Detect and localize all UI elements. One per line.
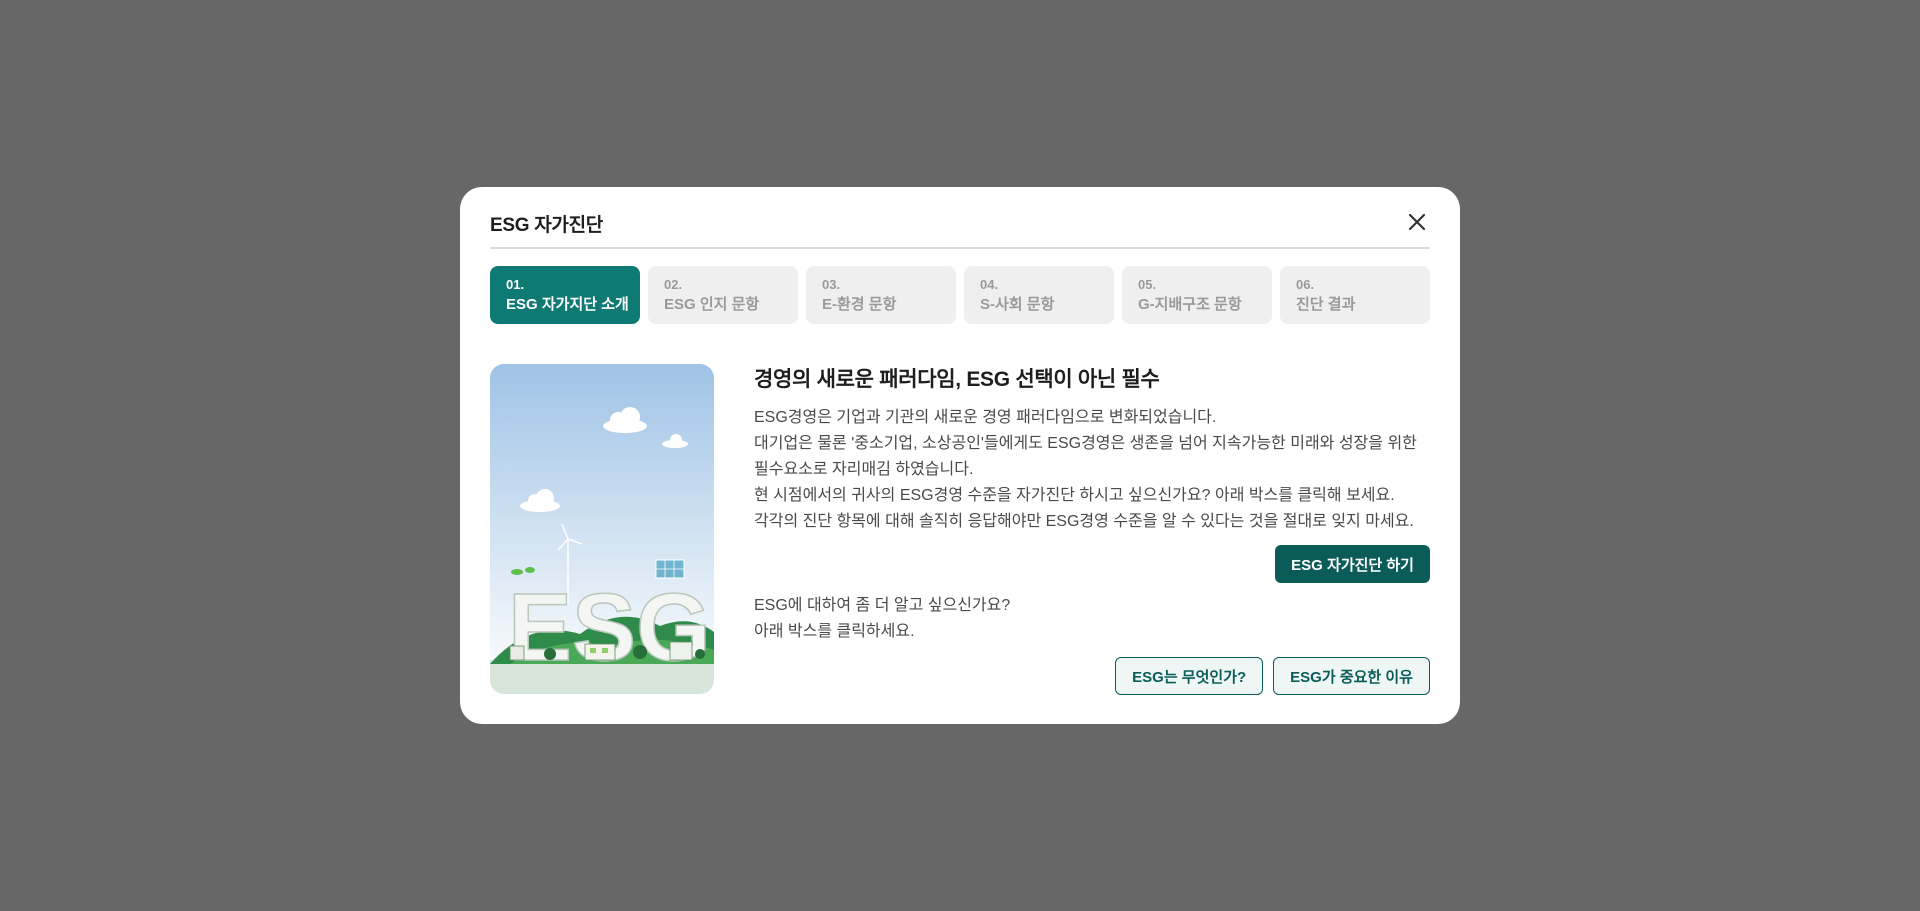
- step-number: 02.: [664, 277, 683, 292]
- step-number: 05.: [1138, 277, 1157, 292]
- paragraph-line: 각각의 진단 항목에 대해 솔직히 응답해야만 ESG경영 수준을 알 수 있다…: [754, 513, 1414, 530]
- paragraph-line: ESG경영은 기업과 기관의 새로운 경영 패러다임으로 변화되었습니다.: [754, 409, 1217, 426]
- step-label: 진단 결과: [1296, 296, 1356, 313]
- modal-header: ESG 자가진단: [490, 187, 1430, 249]
- step-tab-result[interactable]: 06. 진단 결과: [1280, 266, 1430, 324]
- step-tab-environment[interactable]: 03. E-환경 문항: [806, 266, 956, 324]
- why-esg-matters-button[interactable]: ESG가 중요한 이유: [1273, 657, 1430, 695]
- esg-city-illustration: ESG: [490, 364, 714, 694]
- step-label: ESG 인지 문항: [664, 296, 760, 313]
- step-tabs: 01. ESG 자가지단 소개 02. ESG 인지 문항 03. E-환경 문…: [490, 266, 1430, 324]
- step-tab-social[interactable]: 04. S-사회 문항: [964, 266, 1114, 324]
- step-tab-governance[interactable]: 05. G-지배구조 문항: [1122, 266, 1272, 324]
- step-label: ESG 자가지단 소개: [506, 296, 629, 313]
- paragraph-line: 대기업은 물론 '중소기업, 소상공인'들에게도 ESG경영은 생존을 넘어 지…: [754, 435, 1417, 452]
- modal-title: ESG 자가진단: [490, 215, 603, 236]
- step-label: S-사회 문항: [980, 296, 1055, 313]
- step-label: E-환경 문항: [822, 296, 897, 313]
- esg-self-diagnosis-modal: ESG 자가진단 01. ESG 자가지단 소개 02. ESG 인지 문항 0…: [460, 187, 1460, 724]
- intro-paragraph: ESG경영은 기업과 기관의 새로운 경영 패러다임으로 변화되었습니다. 대기…: [754, 405, 1430, 535]
- step-number: 06.: [1296, 277, 1315, 292]
- step-number: 01.: [506, 277, 525, 292]
- what-is-esg-button[interactable]: ESG는 무엇인가?: [1115, 657, 1264, 695]
- secondary-action-row: ESG는 무엇인가? ESG가 중요한 이유: [754, 657, 1430, 695]
- paragraph-line: 아래 박스를 클릭하세요.: [754, 623, 915, 640]
- step-label: G-지배구조 문항: [1138, 296, 1242, 313]
- step-number: 04.: [980, 277, 999, 292]
- start-self-diagnosis-button[interactable]: ESG 자가진단 하기: [1275, 545, 1430, 583]
- paragraph-line: ESG에 대하여 좀 더 알고 싶으신가요?: [754, 597, 1011, 614]
- step-tab-awareness[interactable]: 02. ESG 인지 문항: [648, 266, 798, 324]
- learn-more-paragraph: ESG에 대하여 좀 더 알고 싶으신가요? 아래 박스를 클릭하세요.: [754, 593, 1430, 645]
- step-tab-intro[interactable]: 01. ESG 자가지단 소개: [490, 266, 640, 324]
- intro-headline: 경영의 새로운 패러다임, ESG 선택이 아닌 필수: [754, 368, 1160, 391]
- paragraph-line: 필수요소로 자리매김 하였습니다.: [754, 461, 974, 478]
- intro-content: 경영의 새로운 패러다임, ESG 선택이 아닌 필수 ESG경영은 기업과 기…: [754, 365, 1430, 695]
- svg-text:ESG: ESG: [508, 574, 711, 681]
- paragraph-line: 현 시점에서의 귀사의 ESG경영 수준을 자가진단 하시고 싶으신가요? 아래…: [754, 487, 1395, 504]
- close-button[interactable]: [1404, 209, 1430, 235]
- step-number: 03.: [822, 277, 841, 292]
- close-icon: [1408, 213, 1426, 231]
- primary-action-row: ESG 자가진단 하기: [754, 535, 1430, 583]
